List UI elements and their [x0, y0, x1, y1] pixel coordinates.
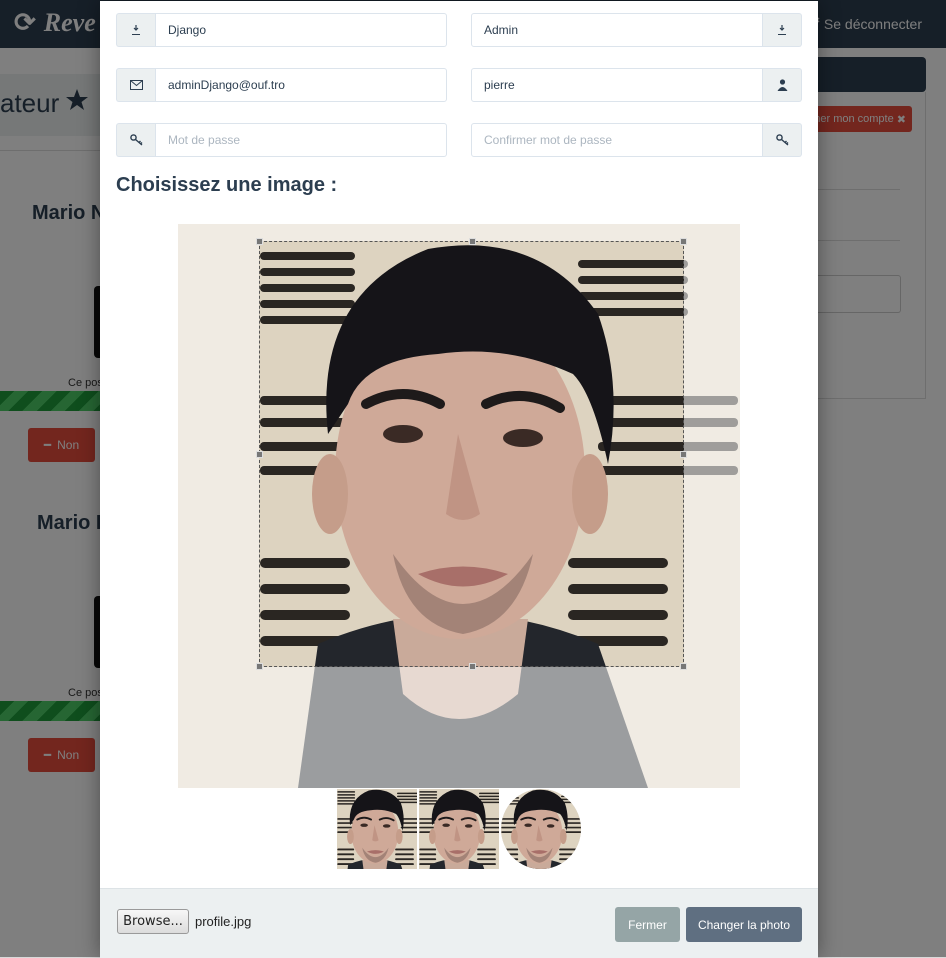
crop-selection[interactable] [256, 238, 687, 670]
user-outline-icon [116, 13, 155, 47]
preview-circle [501, 789, 581, 869]
crop-handle[interactable] [680, 663, 687, 670]
confirm-password-group [471, 123, 802, 157]
close-button[interactable]: Fermer [615, 907, 680, 942]
user-icon [763, 68, 802, 102]
preview-rounded [419, 789, 499, 869]
browse-button[interactable]: Browse... [117, 909, 189, 934]
crop-handle[interactable] [680, 238, 687, 245]
change-photo-button[interactable]: Changer la photo [686, 907, 802, 942]
envelope-icon [116, 68, 155, 102]
email-field[interactable] [155, 68, 447, 102]
image-section-title: Choisissez une image : [116, 174, 338, 196]
crop-handle[interactable] [469, 663, 476, 670]
email-group [116, 68, 447, 102]
username-group [471, 68, 802, 102]
profile-modal: Choisissez une image : [100, 1, 818, 958]
crop-handle[interactable] [680, 451, 687, 458]
modal-footer: Browse... profile.jpg Fermer Changer la … [100, 888, 818, 958]
image-cropper[interactable] [178, 224, 740, 788]
password-field[interactable] [155, 123, 447, 157]
crop-handle[interactable] [256, 451, 263, 458]
password-group [116, 123, 447, 157]
selected-file-name: profile.jpg [195, 914, 252, 929]
last-name-field[interactable] [471, 13, 763, 47]
key-icon [116, 123, 155, 157]
last-name-group [471, 13, 802, 47]
confirm-password-field[interactable] [471, 123, 763, 157]
crop-handle[interactable] [256, 663, 263, 670]
username-field[interactable] [471, 68, 763, 102]
first-name-group [116, 13, 447, 47]
user-outline-icon [763, 13, 802, 47]
first-name-field[interactable] [155, 13, 447, 47]
preview-square [337, 789, 417, 869]
crop-handle[interactable] [469, 238, 476, 245]
crop-handle[interactable] [256, 238, 263, 245]
key-icon [763, 123, 802, 157]
